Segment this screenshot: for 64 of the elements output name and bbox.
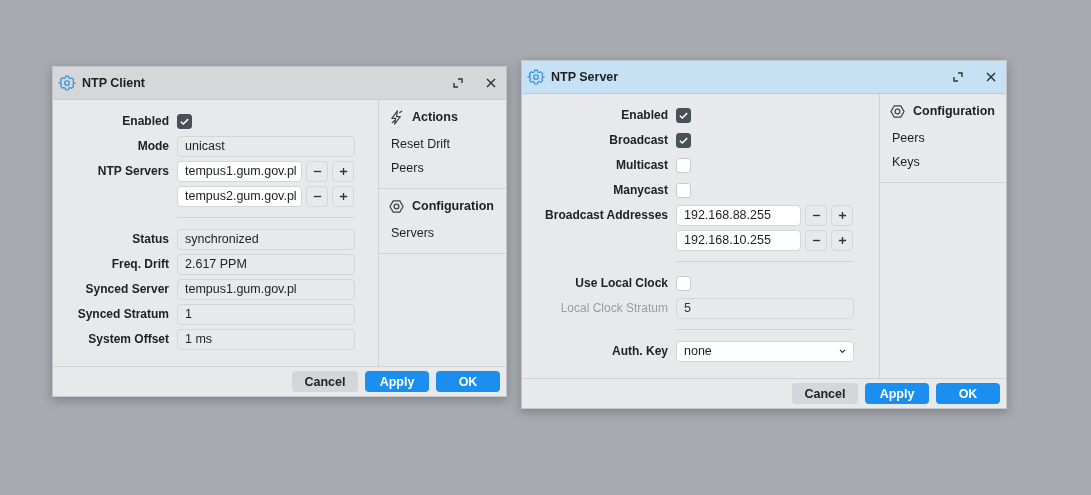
dialog-button[interactable]: Cancel bbox=[292, 371, 358, 392]
field-label: Freq. Drift bbox=[110, 256, 169, 273]
checkbox[interactable] bbox=[177, 114, 192, 129]
field-label: Broadcast Addresses bbox=[544, 207, 668, 224]
plus-icon bbox=[837, 211, 847, 220]
field-label: Auth. Key bbox=[611, 343, 668, 360]
checkmark-icon bbox=[179, 116, 190, 127]
dialog-button[interactable]: Cancel bbox=[792, 383, 858, 404]
sidebar-link[interactable]: Reset Drift bbox=[389, 132, 451, 156]
maximize-icon[interactable] bbox=[453, 78, 463, 88]
close-icon[interactable] bbox=[986, 72, 996, 82]
add-button[interactable] bbox=[332, 161, 354, 182]
checkmark-icon bbox=[678, 110, 689, 121]
checkbox[interactable] bbox=[676, 108, 691, 123]
lightning-icon bbox=[389, 109, 404, 125]
plus-icon bbox=[338, 192, 348, 201]
plus-icon bbox=[837, 236, 847, 245]
section-title: Configuration bbox=[412, 199, 494, 213]
add-button[interactable] bbox=[831, 230, 853, 251]
field-label: NTP Servers bbox=[96, 163, 169, 180]
field-label: Local Clock Stratum bbox=[559, 300, 668, 317]
readonly-field: 5 bbox=[676, 298, 854, 319]
sidebar-link[interactable]: Peers bbox=[890, 126, 925, 150]
chevron-down-icon bbox=[839, 349, 846, 354]
window-title: NTP Server bbox=[551, 70, 619, 84]
sidebar-link[interactable]: Peers bbox=[389, 156, 424, 180]
field-label: Enabled bbox=[620, 107, 668, 124]
checkmark-icon bbox=[678, 135, 689, 146]
gear-icon bbox=[527, 68, 545, 86]
gear-icon bbox=[58, 74, 76, 92]
sidebar-link[interactable]: Servers bbox=[389, 221, 435, 245]
readonly-field: 1 bbox=[177, 304, 355, 325]
field-label: Multicast bbox=[615, 157, 668, 174]
text-input[interactable]: 192.168.10.255 bbox=[676, 230, 801, 251]
text-input[interactable]: tempus1.gum.gov.pl bbox=[177, 161, 302, 182]
section-title: Configuration bbox=[913, 104, 995, 118]
readonly-field: 2.617 PPM bbox=[177, 254, 355, 275]
plus-icon bbox=[338, 167, 348, 176]
sidebar-link[interactable]: Keys bbox=[890, 150, 920, 174]
readonly-field: unicast bbox=[177, 136, 355, 157]
checkbox[interactable] bbox=[676, 133, 691, 148]
field-label: Enabled bbox=[121, 113, 169, 130]
field-label: System Offset bbox=[87, 331, 169, 348]
field-label: Mode bbox=[136, 138, 169, 155]
field-label: Synced Stratum bbox=[76, 306, 169, 323]
field-label: Use Local Clock bbox=[574, 275, 668, 292]
text-input[interactable]: 192.168.88.255 bbox=[676, 205, 801, 226]
dropdown-field[interactable]: none bbox=[676, 341, 854, 362]
maximize-icon[interactable] bbox=[953, 72, 963, 82]
hexagon-icon bbox=[890, 103, 905, 119]
add-button[interactable] bbox=[332, 186, 354, 207]
field-label: Synced Server bbox=[84, 281, 169, 298]
field-label: Broadcast bbox=[608, 132, 668, 149]
close-icon[interactable] bbox=[486, 78, 496, 88]
field-label: Manycast bbox=[612, 182, 668, 199]
text-input[interactable]: tempus2.gum.gov.pl bbox=[177, 186, 302, 207]
hexagon-icon bbox=[389, 198, 404, 214]
readonly-field: tempus1.gum.gov.pl bbox=[177, 279, 355, 300]
readonly-field: 1 ms bbox=[177, 329, 355, 350]
add-button[interactable] bbox=[831, 205, 853, 226]
window-title: NTP Client bbox=[82, 76, 145, 90]
section-title: Actions bbox=[412, 110, 458, 124]
readonly-field: synchronized bbox=[177, 229, 355, 250]
field-label: Status bbox=[131, 231, 169, 248]
